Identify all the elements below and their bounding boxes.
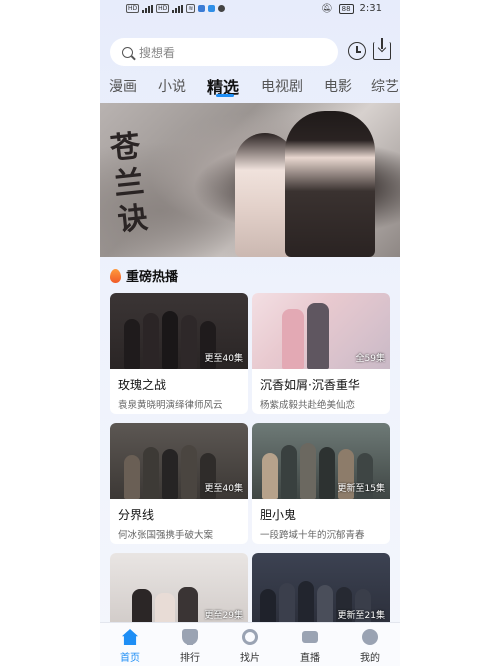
profile-icon bbox=[362, 629, 378, 645]
battery-icon: 88 bbox=[338, 3, 354, 14]
nav-label: 直播 bbox=[300, 653, 320, 664]
status-time: 2:31 bbox=[359, 3, 382, 14]
show-subtitle: 一段跨域十年的沉郁青春 bbox=[260, 530, 365, 541]
tab-tv-series[interactable]: 电视剧 bbox=[261, 76, 303, 96]
show-subtitle: 杨紫成毅共赴绝美仙恋 bbox=[260, 400, 356, 411]
home-icon bbox=[122, 629, 138, 645]
show-thumbnail: 更新至21集 bbox=[252, 553, 390, 633]
category-tabs: 漫画 小说 精选 电视剧 电影 综艺 bbox=[100, 72, 400, 100]
status-bar: HD HD ≋ 🔕︎ 88 2:31 bbox=[100, 0, 400, 22]
show-subtitle: 何冰张国强携手破大案 bbox=[118, 530, 214, 541]
search-bar[interactable]: 搜想看 bbox=[110, 38, 338, 66]
mute-icon: 🔕︎ bbox=[321, 3, 333, 14]
nav-label: 首页 bbox=[120, 653, 140, 664]
find-icon bbox=[242, 629, 258, 645]
status-icons-left: HD HD ≋ bbox=[126, 4, 226, 13]
show-card[interactable]: 更新至15集 胆小鬼 一段跨域十年的沉郁青春 bbox=[252, 423, 390, 544]
tab-variety[interactable]: 综艺 bbox=[371, 76, 399, 96]
show-card[interactable]: 更至40集 分界线 何冰张国强携手破大案 bbox=[110, 423, 248, 544]
trophy-icon bbox=[182, 629, 198, 645]
app-notification-icon-2 bbox=[208, 5, 216, 12]
fire-icon bbox=[110, 268, 121, 283]
show-card[interactable]: 更至29集 bbox=[110, 553, 248, 633]
show-subtitle: 袁泉黄晓明演绎律师风云 bbox=[118, 400, 223, 411]
section-title: 重磅热播 bbox=[126, 270, 179, 285]
app-notification-icon bbox=[198, 5, 206, 12]
nav-label: 排行 bbox=[180, 653, 200, 664]
nav-label: 找片 bbox=[240, 653, 260, 664]
show-thumbnail: 更至29集 bbox=[110, 553, 248, 633]
nav-ranking[interactable]: 排行 bbox=[160, 623, 220, 666]
search-icon bbox=[122, 46, 133, 58]
section-header: 重磅热播 bbox=[110, 266, 178, 285]
tab-movies[interactable]: 电影 bbox=[324, 76, 352, 96]
nav-find[interactable]: 找片 bbox=[220, 623, 280, 666]
wifi-icon: ≋ bbox=[186, 4, 196, 13]
episode-badge: 更至29集 bbox=[204, 611, 243, 621]
signal-icon bbox=[142, 4, 154, 13]
show-title: 玫瑰之战 bbox=[118, 378, 167, 392]
wechat-icon bbox=[218, 5, 226, 12]
hd-icon: HD bbox=[126, 4, 140, 13]
live-icon bbox=[302, 631, 318, 643]
show-thumbnail: 全59集 bbox=[252, 293, 390, 369]
app-screen: HD HD ≋ 🔕︎ 88 2:31 搜想看 漫画 小说 精选 电视剧 电影 综… bbox=[100, 0, 400, 666]
episode-badge: 更至40集 bbox=[204, 354, 243, 364]
banner-actor bbox=[285, 111, 375, 257]
search-placeholder: 搜想看 bbox=[139, 45, 176, 60]
show-title: 沉香如屑·沉香重华 bbox=[260, 378, 360, 392]
status-icons-right: 🔕︎ 88 2:31 bbox=[321, 3, 382, 14]
episode-badge: 更新至15集 bbox=[337, 484, 385, 494]
show-card[interactable]: 更至40集 玫瑰之战 袁泉黄晓明演绎律师风云 bbox=[110, 293, 248, 414]
nav-home[interactable]: 首页 bbox=[100, 623, 160, 666]
nav-label: 我的 bbox=[360, 653, 380, 664]
bottom-nav: 首页 排行 找片 直播 我的 bbox=[100, 622, 400, 666]
episode-badge: 更新至21集 bbox=[337, 611, 385, 621]
episode-badge: 全59集 bbox=[355, 354, 385, 364]
show-thumbnail: 更至40集 bbox=[110, 293, 248, 369]
nav-live[interactable]: 直播 bbox=[280, 623, 340, 666]
download-icon[interactable] bbox=[373, 38, 391, 60]
show-thumbnail: 更至40集 bbox=[110, 423, 248, 499]
hd-icon-2: HD bbox=[156, 4, 170, 13]
show-thumbnail: 更新至15集 bbox=[252, 423, 390, 499]
show-title: 分界线 bbox=[118, 508, 155, 522]
show-title: 胆小鬼 bbox=[260, 508, 297, 522]
history-icon[interactable] bbox=[348, 42, 366, 60]
banner-title: 苍兰诀 bbox=[108, 128, 150, 239]
hero-banner[interactable]: 苍兰诀 bbox=[100, 103, 400, 257]
active-tab-indicator bbox=[216, 94, 234, 97]
signal-icon-2 bbox=[172, 4, 184, 13]
show-card[interactable]: 全59集 沉香如屑·沉香重华 杨紫成毅共赴绝美仙恋 bbox=[252, 293, 390, 414]
episode-badge: 更至40集 bbox=[204, 484, 243, 494]
show-card[interactable]: 更新至21集 bbox=[252, 553, 390, 633]
tab-novels[interactable]: 小说 bbox=[158, 76, 186, 96]
nav-profile[interactable]: 我的 bbox=[340, 623, 400, 666]
tab-comics[interactable]: 漫画 bbox=[109, 76, 137, 96]
